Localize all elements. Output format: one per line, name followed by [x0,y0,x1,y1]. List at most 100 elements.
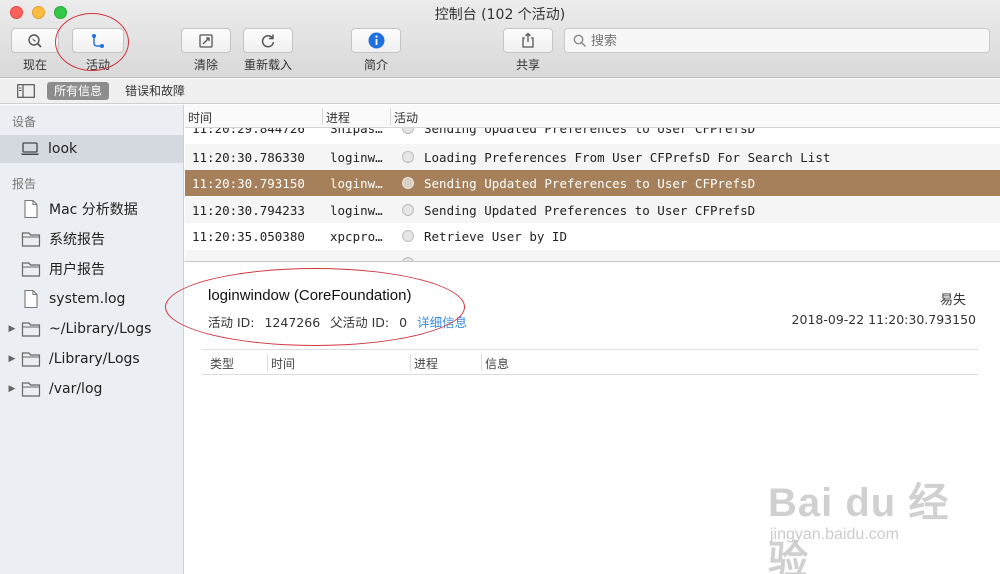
activity-id-label: 活动 ID: [208,315,255,330]
table-row[interactable]: 11:20:35.050380 xpcpro… Retrieve User by… [185,223,1000,249]
row-process: loginw… [330,150,383,165]
row-time: 11:20:30.793150 [192,176,305,191]
row-process: Shipas… [330,128,383,136]
filter-bar: 所有信息 错误和故障 [0,79,1000,104]
sidebar-toggle-icon[interactable] [17,84,35,98]
row-time: 11:20:30.786330 [192,150,305,165]
sidebar-item-label: 用户报告 [49,262,105,278]
column-header-process[interactable]: 进程 [326,109,350,126]
info-label: 简介 [363,58,388,72]
activity-timestamp: 2018-09-22 11:20:30.793150 [791,312,976,327]
folder-icon [21,260,41,278]
window-title: 控制台 (102 个活动) [434,7,566,23]
row-time: 11:20:35.050380 [192,229,305,244]
sidebar-item-label: Mac 分析数据 [49,202,138,218]
activity-icon [92,33,104,48]
share-label: 共享 [515,58,540,72]
clear-button[interactable] [181,28,231,53]
sidebar-item-label: /Library/Logs [49,351,140,367]
share-icon [522,32,534,48]
sidebar-item-library-logs[interactable]: ▶ /Library/Logs [0,345,183,373]
sidebar-item-label: /var/log [49,381,103,397]
activity-label: 活动 [85,58,110,72]
row-time: 11:20:29.844726 [192,128,305,136]
row-process: loginw… [330,176,383,191]
errors-faults-filter[interactable]: 错误和故障 [118,82,192,100]
column-header-type[interactable]: 类型 [210,355,234,372]
watermark-brand: Bai du 经验 [768,481,950,574]
reports-heading: 报告 [12,177,37,191]
column-header-time[interactable]: 时间 [271,355,295,372]
disclosure-triangle-icon[interactable]: ▶ [5,384,19,394]
column-header-message[interactable]: 信息 [485,355,509,372]
column-header-time[interactable]: 时间 [188,109,212,126]
sidebar-item-label: ~/Library/Logs [49,321,152,337]
share-button[interactable] [503,28,553,53]
clear-label: 清除 [193,58,218,72]
reload-icon [261,34,275,47]
activity-button[interactable] [72,28,124,53]
column-header-process[interactable]: 进程 [414,355,438,372]
log-table: 11:20:29.844726 Shipas… Sending Updated … [185,128,1000,261]
folder-icon [21,320,41,338]
activity-status: 易失 [939,293,966,308]
devices-heading: 设备 [12,115,37,129]
table-row[interactable]: 11:20:30.794233 loginw… Sending Updated … [185,197,1000,223]
activity-title: loginwindow (CoreFoundation) [208,287,412,304]
row-activity: Sending Updated Preferences to User CFPr… [424,203,756,218]
search-icon [573,34,587,48]
all-messages-filter[interactable]: 所有信息 [47,82,110,100]
row-activity: Retrieve User by ID [424,229,567,244]
now-button[interactable] [11,28,59,53]
activity-status-icon [402,230,414,242]
activity-id-value: 1247266 [264,315,321,330]
sidebar-item-label: system.log [49,291,126,307]
column-header-activity[interactable]: 活动 [394,109,418,126]
info-button[interactable] [351,28,401,53]
clear-icon [199,33,213,48]
details-link[interactable]: 详细信息 [417,315,467,330]
device-name: look [48,141,78,157]
search-input[interactable] [591,32,971,50]
now-label: 现在 [22,58,47,72]
document-icon [21,289,41,309]
sidebar: 设备 look 报告 Mac 分析数据 系统报告 用户报告 system.log… [0,105,184,574]
row-activity: Loading Preferences From User CFPrefsD F… [424,150,831,165]
sidebar-item-var-log[interactable]: ▶ /var/log [0,375,183,403]
activity-meta: 活动 ID: 1247266 父活动 ID: 0 详细信息 [208,312,473,331]
reload-label: 重新载入 [243,58,292,72]
sidebar-item-label: 系统报告 [49,232,105,248]
baidu-watermark: Bai du 经验 jingyan.baidu.com [768,462,968,574]
reload-button[interactable] [243,28,293,53]
info-icon [368,32,384,49]
table-row[interactable]: 11:20:30.786330 loginw… Loading Preferen… [185,144,1000,170]
parent-id-label: 父活动 ID: [330,315,390,330]
folder-icon [21,350,41,368]
disclosure-triangle-icon[interactable]: ▶ [5,354,19,364]
table-row[interactable]: 11:20:29.844726 Shipas… Sending Updated … [185,128,1000,141]
sidebar-item-user-library-logs[interactable]: ▶ ~/Library/Logs [0,315,183,343]
row-process: loginw… [330,203,383,218]
disclosure-triangle-icon[interactable]: ▶ [5,324,19,334]
sidebar-item-mac-analytics[interactable]: Mac 分析数据 [0,195,183,223]
activity-status-icon [402,128,414,134]
sidebar-item-system-log[interactable]: system.log [0,285,183,313]
table-row-selected[interactable]: 11:20:30.793150 loginw… Sending Updated … [185,170,1000,196]
row-time: 11:20:30.794233 [192,203,305,218]
activity-status-icon [402,177,414,189]
sidebar-device-look[interactable]: look [0,135,183,163]
laptop-icon [20,142,40,156]
sidebar-item-system-reports[interactable]: 系统报告 [0,225,183,253]
row-activity: Sending Updated Preferences to User CFPr… [424,128,756,136]
watermark-url: jingyan.baidu.com [770,526,899,543]
row-process: xpcpro… [330,229,383,244]
window-toolbar: 控制台 (102 个活动) 现在 活动 清除 重新载入 简介 共享 搜索 [0,0,1000,78]
row-activity: Sending Updated Preferences to User CFPr… [424,176,756,191]
activity-status-icon [402,204,414,216]
search-field[interactable] [564,28,990,53]
log-table-header: 时间 进程 活动 [185,105,1000,128]
folder-icon [21,380,41,398]
table-row-partial[interactable] [185,250,1000,261]
sidebar-item-user-reports[interactable]: 用户报告 [0,255,183,283]
activity-status-icon [402,151,414,163]
